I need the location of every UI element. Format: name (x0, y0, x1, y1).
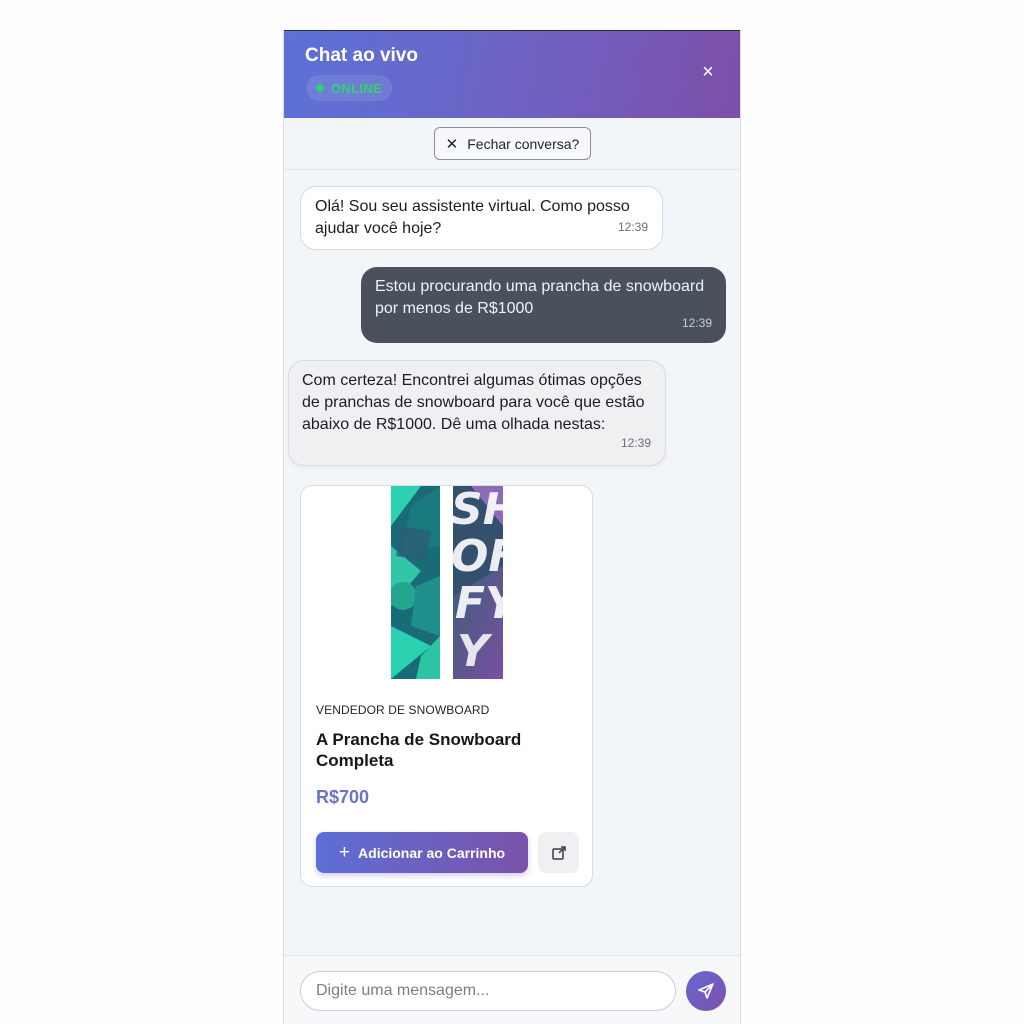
svg-text:OF: OF (451, 531, 503, 582)
message-text: Com certeza! Encontrei algumas ótimas op… (302, 372, 645, 433)
message-text: Olá! Sou seu assistente virtual. Como po… (315, 198, 630, 237)
product-title[interactable]: A Prancha de Snowboard Completa (316, 729, 576, 771)
svg-text:SH: SH (451, 486, 503, 535)
close-icon: ✕ (445, 135, 459, 153)
close-conversation-button[interactable]: ✕ Fechar conversa? (434, 127, 591, 160)
status-label: ONLINE (331, 80, 382, 96)
message-text: Estou procurando uma prancha de snowboar… (375, 278, 705, 317)
external-link-icon (551, 845, 566, 860)
close-conversation-bar: ✕ Fechar conversa? (284, 118, 740, 170)
chat-title: Chat ao vivo (305, 45, 418, 66)
chat-widget: Chat ao vivo ONLINE × ✕ Fechar conversa?… (283, 30, 741, 1024)
status-badge: ONLINE (306, 75, 392, 101)
svg-text:Y: Y (457, 626, 493, 677)
add-to-cart-button[interactable]: + Adicionar ao Carrinho (316, 832, 528, 873)
user-message: Estou procurando uma prancha de snowboar… (361, 267, 726, 343)
chat-header: Chat ao vivo ONLINE × (284, 30, 740, 118)
close-icon[interactable]: × (700, 62, 716, 82)
plus-icon: + (338, 841, 351, 863)
message-time: 12:39 (620, 436, 651, 450)
message-input[interactable] (300, 971, 676, 1011)
close-conversation-label: Fechar conversa? (467, 135, 580, 152)
online-dot-icon (316, 84, 324, 92)
message-time: 12:39 (617, 220, 648, 234)
product-price: R$700 (316, 787, 370, 807)
message-composer (284, 955, 740, 1024)
send-button[interactable] (686, 971, 726, 1011)
message-time: 12:39 (681, 316, 712, 330)
add-to-cart-label: Adicionar ao Carrinho (358, 844, 506, 861)
bot-message: Com certeza! Encontrei algumas ótimas op… (288, 360, 666, 466)
send-icon (698, 983, 714, 999)
bot-message: Olá! Sou seu assistente virtual. Como po… (300, 186, 663, 250)
svg-text:FY: FY (455, 578, 503, 629)
product-card[interactable]: SH OF FY Y VENDEDOR DE SNOWBOARD A Pranc… (300, 485, 593, 887)
product-vendor: VENDEDOR DE SNOWBOARD (316, 703, 490, 717)
open-product-button[interactable] (538, 832, 579, 873)
snowboard-image[interactable]: SH OF FY Y (391, 486, 503, 679)
